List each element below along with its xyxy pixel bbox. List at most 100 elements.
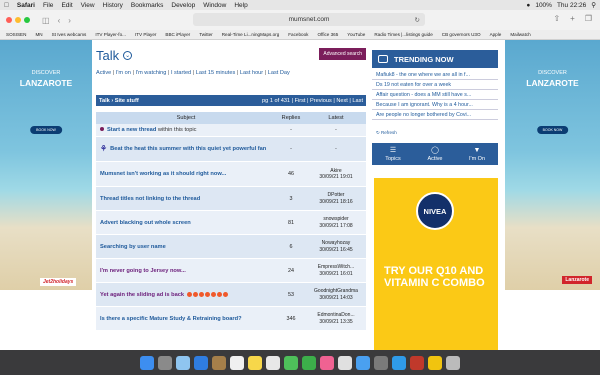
app-icon[interactable] <box>410 355 424 370</box>
thread-title-link[interactable]: Mumsnet isn't working as it should right… <box>96 170 276 178</box>
filter-started[interactable]: I started <box>171 70 191 76</box>
chevron-down-icon[interactable]: ⌄ <box>123 51 133 60</box>
emoji-icon <box>216 291 222 297</box>
clock[interactable]: Thu 22:26 <box>557 2 586 9</box>
filter-watching[interactable]: I'm watching <box>135 70 166 76</box>
bookmark-item[interactable]: Twitter <box>199 32 213 37</box>
bookmark-item[interactable]: ITV Player-fo... <box>95 32 126 37</box>
bookmark-item[interactable]: St Ives webcams <box>52 32 87 37</box>
back-icon[interactable]: ‹ <box>58 16 61 25</box>
filter-last-day[interactable]: Last Day <box>268 70 290 76</box>
tab-topics[interactable]: ☰ Topics <box>372 143 414 165</box>
sidebar-toggle-icon[interactable]: ◫ <box>42 16 50 25</box>
launchpad-icon[interactable] <box>158 355 172 370</box>
forward-icon[interactable]: › <box>68 16 71 25</box>
table-row: ⚘ Beat the heat this summer with this qui… <box>96 137 366 162</box>
bookmark-item[interactable]: Facebook <box>288 32 308 37</box>
trending-item[interactable]: Mafiuk8 - the one where we are all in f.… <box>372 70 498 80</box>
latest-poster: - <box>335 145 337 152</box>
search-icon[interactable]: ⚲ <box>591 1 596 9</box>
finder-icon[interactable] <box>140 355 154 370</box>
bookmark-item[interactable]: Office 365 <box>317 32 338 37</box>
thread-title-link[interactable]: Beat the heat this summer with this quie… <box>110 145 266 153</box>
trending-list: Mafiuk8 - the one where we are all in f.… <box>372 70 498 120</box>
advanced-search-button[interactable]: Advanced search <box>319 48 366 60</box>
bookmark-item[interactable]: Apple <box>490 32 502 37</box>
calendar-icon[interactable] <box>230 355 244 370</box>
settings-icon[interactable] <box>374 355 388 370</box>
thread-title-link[interactable]: Searching by user name <box>96 243 276 251</box>
ad-book-now-button[interactable]: BOOK NOW <box>30 126 62 134</box>
app-menu-safari[interactable]: Safari <box>17 2 35 9</box>
bookmark-item[interactable]: SOSISEN <box>6 32 26 37</box>
address-bar[interactable]: mumsnet.com ↻ <box>193 13 425 26</box>
apple-icon[interactable]:  <box>4 2 9 9</box>
menu-develop[interactable]: Develop <box>171 2 195 9</box>
nivea-ad[interactable]: NIVEA TRY OUR Q10 AND VITAMIN C COMBO <box>374 178 498 350</box>
contacts-icon[interactable] <box>212 355 226 370</box>
emoji-icon <box>210 291 216 297</box>
word-icon[interactable] <box>392 355 406 370</box>
battery-label[interactable]: 100% <box>535 2 552 9</box>
thread-title-link[interactable]: Yet again the sliding ad is back <box>100 292 184 298</box>
new-tab-icon[interactable]: + <box>570 14 575 23</box>
zoom-window-button[interactable] <box>24 17 30 23</box>
bookmark-item[interactable]: ITV Player <box>135 32 156 37</box>
bookmark-item[interactable]: BBC iPlayer <box>165 32 190 37</box>
pagination[interactable]: pg 1 of 431 | First | Previous | Next | … <box>262 98 363 104</box>
breadcrumb[interactable]: Talk › Site stuff <box>99 98 139 104</box>
trending-item[interactable]: Affair question - does a MM still have s… <box>372 90 498 100</box>
tab-overview-icon[interactable]: ❐ <box>585 14 592 23</box>
share-icon[interactable]: ⇧ <box>553 14 560 23</box>
app-store-icon[interactable] <box>356 355 370 370</box>
bookmark-item[interactable]: Real-Time Li...ningMaps.org <box>222 32 280 37</box>
menu-edit[interactable]: Edit <box>61 2 72 9</box>
photos-icon[interactable] <box>320 355 334 370</box>
thread-title-link[interactable]: I'm never going to Jersey now... <box>96 267 276 275</box>
talk-main: Talk ⌄ Advanced search Active | I'm on |… <box>96 40 366 350</box>
trending-item[interactable]: Are people no longer bothered by Covi... <box>372 110 498 120</box>
filter-last-hour[interactable]: Last hour <box>240 70 263 76</box>
trending-item[interactable]: Ds 19 not eaten for over a week <box>372 80 498 90</box>
ad-book-now-button[interactable]: BOOK NOW <box>536 126 569 134</box>
filter-im-on[interactable]: I'm on <box>116 70 131 76</box>
notes-icon[interactable] <box>248 355 262 370</box>
refresh-link[interactable]: ↻ Refresh <box>376 130 397 136</box>
reply-count: 24 <box>288 267 294 274</box>
lanzarote-ad-right[interactable]: DISCOVER LANZAROTE BOOK NOW Lanzarote <box>505 40 600 290</box>
menu-file[interactable]: File <box>43 2 53 9</box>
close-window-button[interactable] <box>6 17 12 23</box>
messages-icon[interactable] <box>284 355 298 370</box>
menu-window[interactable]: Window <box>203 2 226 9</box>
bookmark-item[interactable]: Mailwatch <box>510 32 530 37</box>
filter-active[interactable]: Active <box>96 70 111 76</box>
facetime-icon[interactable] <box>302 355 316 370</box>
menu-help[interactable]: Help <box>234 2 247 9</box>
menu-view[interactable]: View <box>81 2 95 9</box>
bookmark-item[interactable]: CB governors U3O <box>442 32 481 37</box>
wifi-icon[interactable]: ● <box>526 2 530 9</box>
thread-title-link[interactable]: Advert blacking out whole screen <box>96 219 276 227</box>
reminders-icon[interactable] <box>266 355 280 370</box>
tab-im-on[interactable]: ▼ I'm On <box>456 143 498 165</box>
filter-15-minutes[interactable]: Last 15 minutes <box>196 70 236 76</box>
minimize-window-button[interactable] <box>15 17 21 23</box>
mail-icon[interactable] <box>194 355 208 370</box>
start-thread-link[interactable]: Start a new thread <box>107 127 156 133</box>
trending-item[interactable]: Because I am ignorant. Why is a 4 hour..… <box>372 100 498 110</box>
menu-history[interactable]: History <box>103 2 123 9</box>
latest-poster[interactable]: GoodnightGrandma <box>306 288 366 295</box>
safari-icon[interactable] <box>176 355 190 370</box>
lanzarote-ad-left[interactable]: DISCOVER LANZAROTE BOOK NOW Jet2holidays <box>0 40 92 290</box>
thread-title-link[interactable]: Thread titles not linking to the thread <box>96 195 276 203</box>
tab-active[interactable]: ◯ Active <box>414 143 456 165</box>
bookmark-item[interactable]: Radio Times |...listings guide <box>374 32 432 37</box>
app-icon[interactable] <box>428 355 442 370</box>
reload-icon[interactable]: ↻ <box>415 16 420 24</box>
music-icon[interactable] <box>338 355 352 370</box>
menu-bookmarks[interactable]: Bookmarks <box>131 2 164 9</box>
bookmark-item[interactable]: YouTube <box>347 32 365 37</box>
bookmark-item[interactable]: MN <box>35 32 42 37</box>
trash-icon[interactable] <box>446 355 460 370</box>
thread-title-link[interactable]: Is there a specific Mature Study & Retra… <box>96 315 276 323</box>
